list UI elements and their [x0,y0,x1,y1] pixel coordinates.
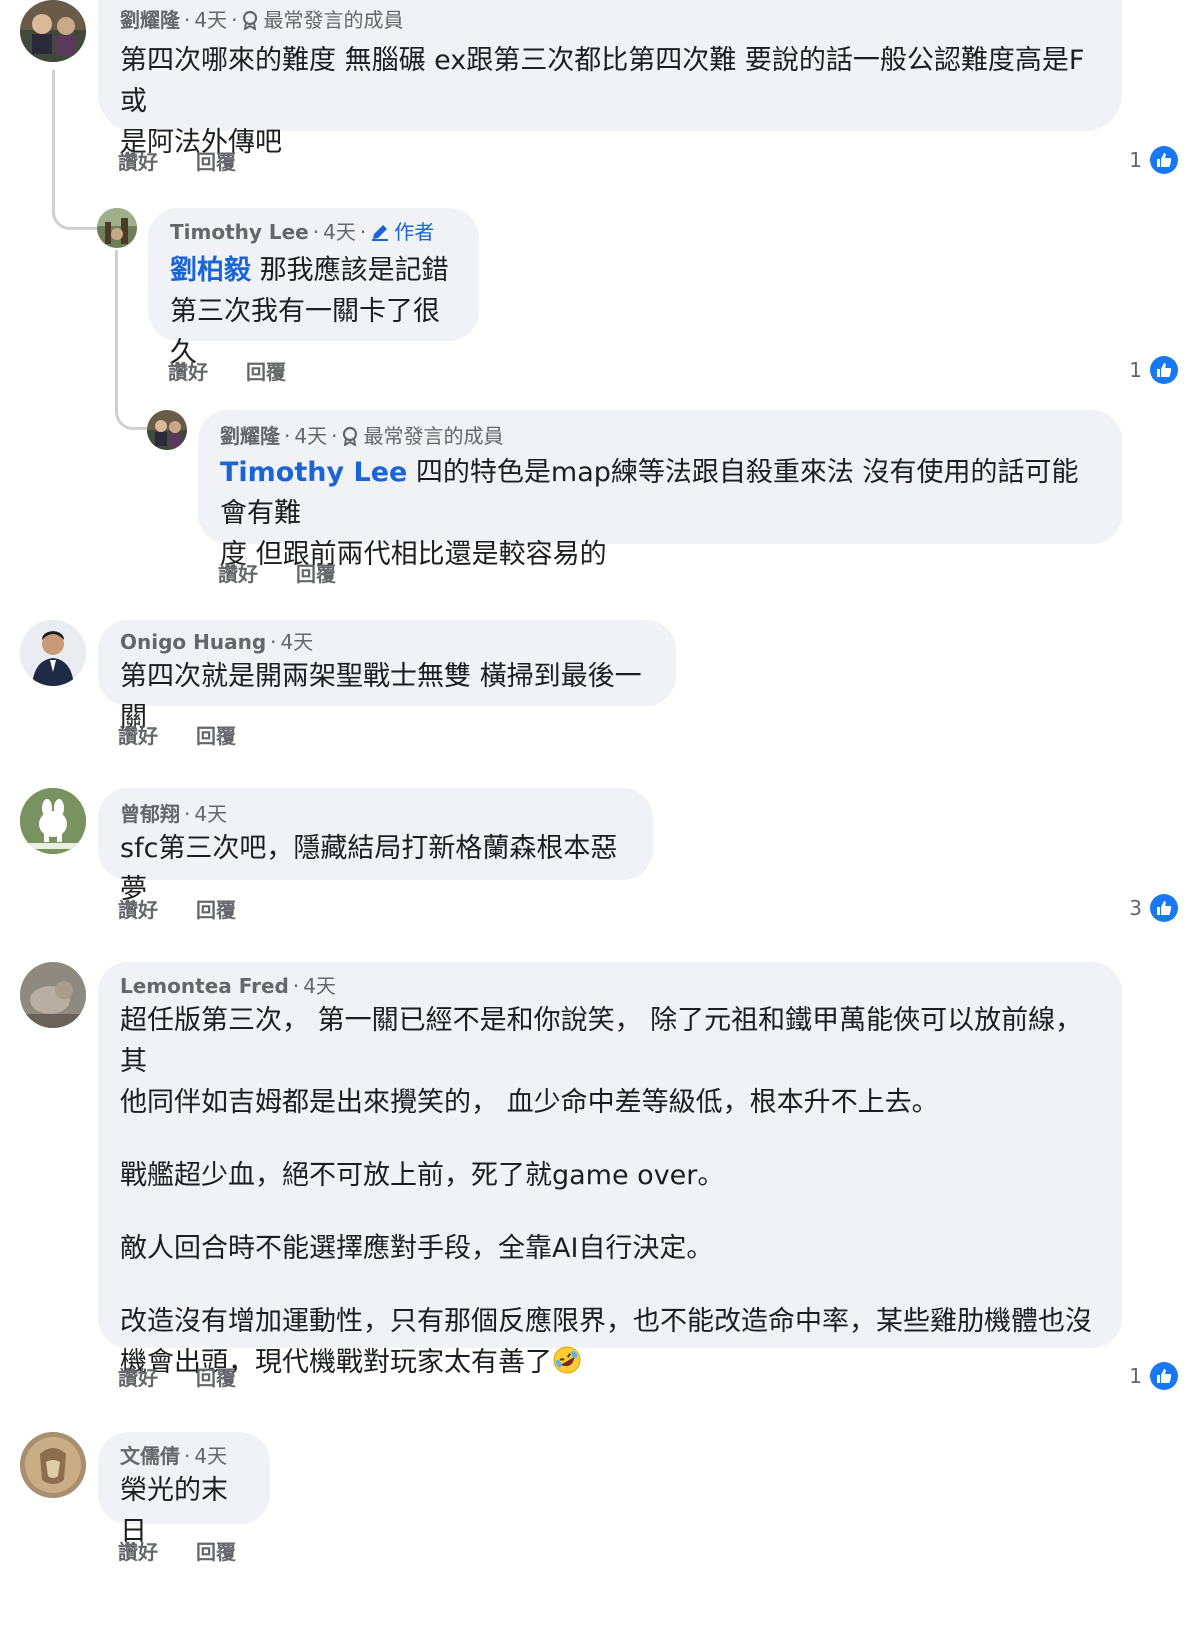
badge-label: 最常發言的成員 [363,424,504,448]
like-count: 1 [1129,148,1142,172]
comment-paragraph: 敵人回合時不能選擇應對手段，全靠AI自行決定。 [120,1233,714,1264]
avatar[interactable] [147,410,187,450]
rolling-on-floor-laughing-emoji [552,1345,582,1387]
comment-time[interactable]: 4天 [323,218,356,246]
comment-paragraph: 改造沒有增加運動性，只有那個反應限界，也不能改造命中率，某些雞肋機體也沒 機會出… [120,1301,1100,1387]
comment-bubble: 劉耀隆 · 4天 · 最常發言的成員 Timothy Lee 四的特色是map練… [198,410,1122,570]
comment-paragraph: 超任版第三次， 第一關已經不是和你說笑， 除了元祖和鐵甲萬能俠可以放前線， 其 … [120,1000,1100,1123]
commenter-name[interactable]: Timothy Lee [170,218,309,246]
reply-button[interactable]: 回覆 [196,1362,236,1391]
avatar[interactable] [20,788,86,854]
comment-actions: 讚好 回覆 [118,1362,236,1391]
comment-text-line: 改造沒有增加運動性，只有那個反應限界，也不能改造命中率，某些雞肋機體也沒 [120,1306,1092,1337]
commenter-name[interactable]: 劉耀隆 [120,6,180,34]
comment-bubble: Timothy Lee · 4天 · 作者 劉柏毅 那我應該是記錯 第三次我有一… [148,208,479,368]
comment-text-line: 超任版第三次， 第一關已經不是和你說笑， 除了元祖和鐵甲萬能俠可以放前線， 其 [120,1005,1091,1077]
author-pencil-icon [372,225,389,241]
comment-time[interactable]: 4天 [281,628,314,656]
comment-text: 劉柏毅 那我應該是記錯 第三次我有一關卡了很久 [170,250,457,373]
thread-connector-line [115,250,147,430]
like-count: 1 [1129,358,1142,382]
comment-actions: 讚好 回覆 [118,894,236,923]
reaction-count[interactable]: 3 [1129,894,1178,922]
commenter-name[interactable]: 劉耀隆 [220,422,280,450]
commenter-name[interactable]: Onigo Huang [120,628,266,656]
mention-link[interactable]: 劉柏毅 [170,255,251,286]
comment-text: Timothy Lee 四的特色是map練等法跟自殺重來法 沒有使用的話可能會有… [220,452,1100,575]
comment-time[interactable]: 4天 [194,1442,227,1470]
avatar[interactable] [97,208,137,248]
reply-button[interactable]: 回覆 [196,720,236,749]
like-button[interactable]: 讚好 [118,1536,158,1565]
reaction-count[interactable]: 1 [1129,1362,1178,1390]
comment-bubble: 文儒倩 · 4天 榮光的末日 [98,1432,270,1547]
reply-button[interactable]: 回覆 [246,356,286,385]
top-fan-badge: 最常發言的成員 [241,6,403,34]
badge-label: 最常發言的成員 [263,8,404,32]
reply-button[interactable]: 回覆 [196,1536,236,1565]
comment-actions: 讚好 回覆 [218,558,336,587]
thumbs-up-icon [1150,356,1178,384]
reply-button[interactable]: 回覆 [196,894,236,923]
like-button[interactable]: 讚好 [218,558,258,587]
reply-button[interactable]: 回覆 [296,558,336,587]
comment-actions: 讚好 回覆 [118,1536,236,1565]
thread-connector-line [52,70,98,230]
comment-text-line: 第四次哪來的難度 無腦碾 ex跟第三次都比第四次難 要說的話一般公認難度高是F或 [120,45,1085,117]
comment-time[interactable]: 4天 [194,800,227,828]
commenter-name[interactable]: Lemontea Fred [120,972,289,1000]
reaction-count[interactable]: 1 [1129,146,1178,174]
reaction-count[interactable]: 1 [1129,356,1178,384]
comment-text-line: 他同伴如吉姆都是出來攪笑的， 血少命中差等級低，根本升不上去。 [120,1087,939,1118]
commenter-name[interactable]: 文儒倩 [120,1442,180,1470]
comment-actions: 讚好 回覆 [118,146,236,175]
avatar[interactable] [20,0,86,62]
like-button[interactable]: 讚好 [168,356,208,385]
thumbs-up-icon [1150,1362,1178,1390]
comment-paragraph: 戰艦超少血，絕不可放上前，死了就game over。 [120,1160,725,1191]
comment-time[interactable]: 4天 [303,972,336,1000]
thumbs-up-icon [1150,894,1178,922]
like-button[interactable]: 讚好 [118,146,158,175]
avatar[interactable] [20,962,86,1028]
comment-text: 第四次哪來的難度 無腦碾 ex跟第三次都比第四次難 要說的話一般公認難度高是F或… [120,40,1100,163]
like-button[interactable]: 讚好 [118,720,158,749]
commenter-name[interactable]: 曾郁翔 [120,800,180,828]
comment-actions: 讚好 回覆 [168,356,286,385]
like-count: 1 [1129,1364,1142,1388]
top-fan-badge: 最常發言的成員 [341,422,503,450]
avatar[interactable] [20,1432,86,1498]
comment-bubble: 曾郁翔 · 4天 sfc第三次吧，隱藏結局打新格蘭森根本惡夢 [98,788,653,905]
top-fan-badge-icon [343,426,358,446]
like-count: 3 [1129,896,1142,920]
like-button[interactable]: 讚好 [118,894,158,923]
comment-actions: 讚好 回覆 [118,720,236,749]
mention-link[interactable]: Timothy Lee [220,457,407,488]
comment-time[interactable]: 4天 [294,422,327,450]
comment-text-line: 那我應該是記錯 [251,255,449,286]
badge-label: 作者 [394,220,435,244]
reply-button[interactable]: 回覆 [196,146,236,175]
author-badge: 作者 [370,218,434,246]
comment-bubble: Lemontea Fred · 4天 超任版第三次， 第一關已經不是和你說笑， … [98,962,1122,1378]
comment-bubble: 劉耀隆 · 4天 · 最常發言的成員 第四次哪來的難度 無腦碾 ex跟第三次都比… [98,0,1122,158]
thumbs-up-icon [1150,146,1178,174]
avatar[interactable] [20,620,86,686]
top-fan-badge-icon [243,10,258,30]
comment-time[interactable]: 4天 [194,6,227,34]
like-button[interactable]: 讚好 [118,1362,158,1391]
comment-bubble: Onigo Huang · 4天 第四次就是開兩架聖戰士無雙 橫掃到最後一關 [98,620,676,733]
